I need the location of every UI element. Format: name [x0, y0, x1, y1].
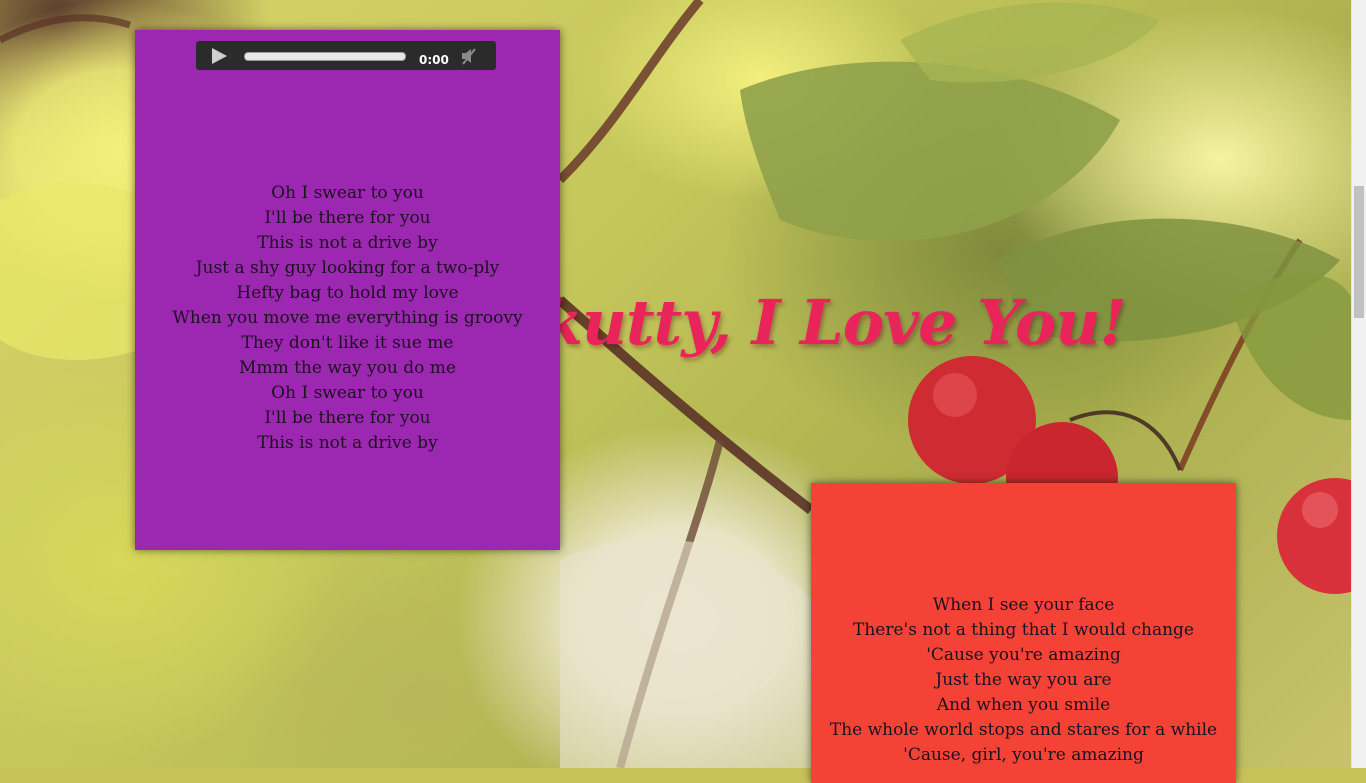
audio-player: 0:00 [196, 41, 496, 70]
lyric-line: And when you smile [936, 695, 1111, 715]
lyric-line: Just the way you are [935, 670, 1112, 690]
audio-progress-bar[interactable] [244, 52, 406, 61]
lyric-line: Oh I swear to you [271, 383, 424, 403]
lyric-line: 'Cause you're amazing [926, 645, 1121, 665]
lyric-line: There's not a thing that I would change [853, 620, 1194, 640]
lyric-line: Just a shy guy looking for a two-ply [195, 258, 500, 278]
lyric-line: When I see your face [932, 595, 1115, 615]
lyric-line: I'll be there for you [264, 208, 431, 228]
lyrics-card-purple: 0:00 Oh I swear to you I'll be there for… [135, 30, 560, 550]
lyric-line: I'll be there for you [264, 408, 431, 428]
lyric-line: They don't like it sue me [241, 333, 454, 353]
speaker-muted-icon[interactable] [460, 47, 478, 65]
lyric-line: Mmm the way you do me [239, 358, 456, 378]
lyric-line: The whole world stops and stares for a w… [829, 720, 1218, 740]
lyric-line: This is not a drive by [257, 233, 438, 253]
lyrics-card-red: When I see your face There's not a thing… [811, 483, 1236, 783]
lyrics-block: Oh I swear to you I'll be there for you … [135, 181, 560, 456]
lyric-line: When you move me everything is groovy [172, 308, 523, 328]
lyric-line: 'Cause, girl, you're amazing [903, 745, 1144, 765]
scrollbar-thumb[interactable] [1354, 186, 1364, 318]
lyric-line: Hefty bag to hold my love [236, 283, 459, 303]
page-headline: kutty, I Love You! [540, 286, 1127, 359]
lyric-line: This is not a drive by [257, 433, 438, 453]
audio-time: 0:00 [419, 53, 449, 67]
play-icon[interactable] [212, 48, 227, 64]
lyrics-block: When I see your face There's not a thing… [811, 593, 1236, 768]
vertical-scrollbar[interactable] [1351, 0, 1366, 768]
lyric-line: Oh I swear to you [271, 183, 424, 203]
